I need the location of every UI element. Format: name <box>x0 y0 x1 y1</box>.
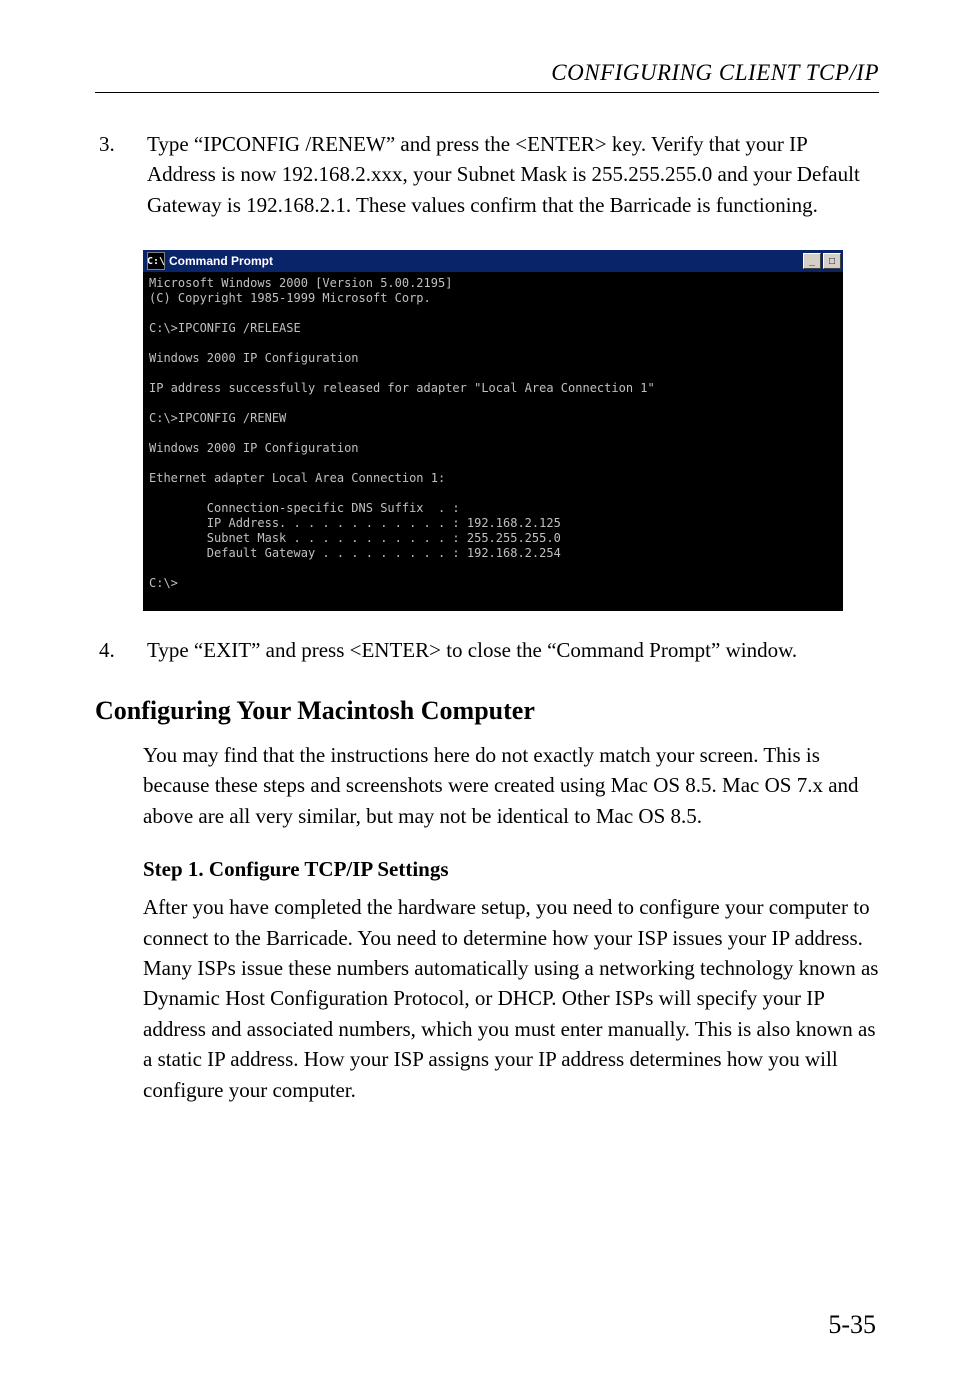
section-body: You may find that the instructions here … <box>143 740 879 831</box>
step-list-before: 3. Type “IPCONFIG /RENEW” and press the … <box>95 129 879 220</box>
page-number: 5-35 <box>828 1310 876 1340</box>
running-header: CONFIGURING CLIENT TCP/IP <box>95 60 879 86</box>
header-rule <box>95 92 879 93</box>
window-title-bar: C:\ Command Prompt _ □ <box>143 250 843 272</box>
step-text: Type “EXIT” and press <ENTER> to close t… <box>147 635 879 665</box>
step-4: 4. Type “EXIT” and press <ENTER> to clos… <box>95 635 879 665</box>
window-title: Command Prompt <box>169 254 803 268</box>
console-output: Microsoft Windows 2000 [Version 5.00.219… <box>143 272 843 611</box>
minimize-button[interactable]: _ <box>803 253 821 269</box>
step-number: 4. <box>95 635 147 665</box>
maximize-button[interactable]: □ <box>823 253 841 269</box>
step-list-after: 4. Type “EXIT” and press <ENTER> to clos… <box>95 635 879 665</box>
substep-body: After you have completed the hardware se… <box>143 892 879 1105</box>
step-text: Type “IPCONFIG /RENEW” and press the <EN… <box>147 129 879 220</box>
substep-heading: Step 1. Configure TCP/IP Settings <box>143 857 879 882</box>
cmd-icon: C:\ <box>147 252 165 270</box>
command-prompt-window: C:\ Command Prompt _ □ Microsoft Windows… <box>143 250 843 611</box>
section-heading: Configuring Your Macintosh Computer <box>95 696 879 726</box>
step-3: 3. Type “IPCONFIG /RENEW” and press the … <box>95 129 879 220</box>
step-number: 3. <box>95 129 147 220</box>
